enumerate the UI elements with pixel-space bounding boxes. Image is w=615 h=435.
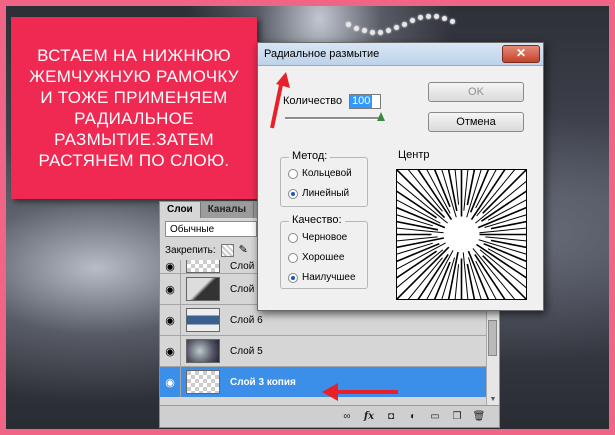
- layers-footer: ∞ fx ◘ ◐ ▭ ❐ 🗑: [160, 405, 499, 427]
- pearl-dot: [434, 14, 439, 20]
- quality-option-draft[interactable]: Черновое: [288, 232, 347, 243]
- arrow-to-layer-icon: [322, 383, 398, 401]
- radio-label: Кольцевой: [302, 168, 352, 179]
- quality-group: Качество: Черновое Хорошее Наилучшее: [280, 214, 368, 289]
- radio-label: Хорошее: [302, 252, 345, 263]
- fx-icon[interactable]: fx: [361, 410, 377, 424]
- blur-center-preview-graphic: [397, 170, 526, 299]
- mask-icon[interactable]: ◘: [383, 410, 399, 424]
- link-icon[interactable]: ∞: [339, 410, 355, 424]
- radio-button[interactable]: [288, 252, 298, 263]
- blur-streak: [490, 220, 526, 230]
- new-layer-icon[interactable]: ❐: [449, 410, 465, 424]
- tab-channels[interactable]: Каналы: [201, 202, 254, 218]
- layer-name: Слой: [230, 283, 255, 295]
- ok-button[interactable]: OK: [428, 82, 524, 102]
- eye-icon[interactable]: ◉: [160, 274, 181, 304]
- quality-option-good[interactable]: Хорошее: [288, 252, 344, 263]
- blur-streak: [454, 170, 460, 205]
- blur-center-preview[interactable]: [396, 169, 527, 300]
- pearl-dot: [426, 14, 431, 20]
- pearl-dot: [394, 25, 399, 31]
- adjustment-icon[interactable]: ◐: [405, 410, 421, 424]
- radio-label: Наилучшее: [302, 272, 356, 283]
- eye-icon[interactable]: ◉: [160, 260, 181, 273]
- arrow-to-amount-icon: [270, 72, 290, 129]
- radial-blur-dialog: Радиальное размытие ✕ Количество 100 OK …: [257, 42, 544, 311]
- blur-streak: [490, 239, 526, 249]
- amount-slider-track[interactable]: [285, 117, 382, 120]
- tab-layers[interactable]: Слои: [160, 202, 201, 218]
- eye-icon[interactable]: ◉: [160, 367, 181, 397]
- radio-label: Черновое: [302, 232, 348, 243]
- method-option-radial[interactable]: Кольцевой: [288, 168, 352, 179]
- layer-name: Слой 5: [230, 345, 263, 357]
- cancel-button[interactable]: Отмена: [428, 112, 524, 132]
- lock-label: Закрепить:: [165, 244, 216, 256]
- pearl-dot: [402, 21, 407, 27]
- layer-name: Слой: [230, 260, 255, 272]
- eye-icon[interactable]: ◉: [160, 305, 181, 335]
- layer-thumbnail: [186, 339, 220, 363]
- pearl-dot: [418, 15, 423, 21]
- radio-label: Линейный: [302, 188, 350, 199]
- amount-slider-thumb[interactable]: [377, 112, 385, 121]
- layer-thumbnail: [186, 308, 220, 332]
- quality-option-best[interactable]: Наилучшее: [288, 272, 356, 283]
- method-title: Метод:: [289, 150, 331, 162]
- layer-thumbnail: [186, 260, 220, 273]
- pearl-dot: [378, 29, 383, 35]
- blur-streak: [466, 263, 476, 299]
- method-option-linear[interactable]: Линейный: [288, 188, 349, 199]
- pearl-dot: [410, 18, 415, 24]
- radio-button[interactable]: [288, 232, 298, 243]
- pearl-dot: [346, 22, 351, 27]
- blur-streak: [466, 170, 476, 206]
- center-label: Центр: [398, 149, 430, 161]
- layer-thumbnail: [186, 277, 220, 301]
- pearl-dot: [362, 28, 367, 34]
- instruction-note: ВСТАЕМ НА НИЖНЮЮ ЖЕМЧУЖНУЮ РАМОЧКУ И ТОЖ…: [11, 17, 257, 199]
- radio-button[interactable]: [288, 168, 298, 179]
- dialog-titlebar[interactable]: Радиальное размытие ✕: [258, 43, 543, 66]
- layer-thumbnail: [186, 370, 220, 394]
- eye-icon[interactable]: ◉: [160, 336, 181, 366]
- radio-button-selected[interactable]: [288, 188, 298, 199]
- amount-input[interactable]: 100: [349, 94, 381, 109]
- folder-icon[interactable]: ▭: [427, 410, 443, 424]
- layer-name: Слой 3 копия: [230, 376, 296, 388]
- pearl-dot: [370, 29, 375, 35]
- blend-mode-select[interactable]: Обычные: [165, 221, 257, 237]
- trash-icon[interactable]: 🗑: [471, 410, 487, 424]
- scroll-thumb[interactable]: [488, 320, 497, 356]
- dialog-title: Радиальное размытие: [264, 48, 380, 60]
- pearl-dot: [450, 19, 455, 25]
- radio-button-selected[interactable]: [288, 272, 298, 283]
- lock-paint-brush-icon[interactable]: ✎: [239, 244, 248, 256]
- instruction-text: ВСТАЕМ НА НИЖНЮЮ ЖЕМЧУЖНУЮ РАМОЧКУ И ТОЖ…: [29, 46, 239, 170]
- pearl-dot: [354, 25, 359, 31]
- layer-name: Слой 6: [230, 314, 263, 326]
- quality-title: Качество:: [289, 214, 345, 226]
- method-group: Метод: Кольцевой Линейный: [280, 150, 368, 207]
- pearl-dot: [386, 28, 391, 34]
- pearl-dot: [442, 16, 447, 22]
- close-button[interactable]: ✕: [502, 45, 540, 63]
- layer-row[interactable]: ◉ Слой 5: [160, 335, 488, 366]
- lock-transparency-icon[interactable]: [220, 243, 234, 257]
- blur-streak: [454, 264, 460, 299]
- amount-value: 100: [350, 95, 373, 108]
